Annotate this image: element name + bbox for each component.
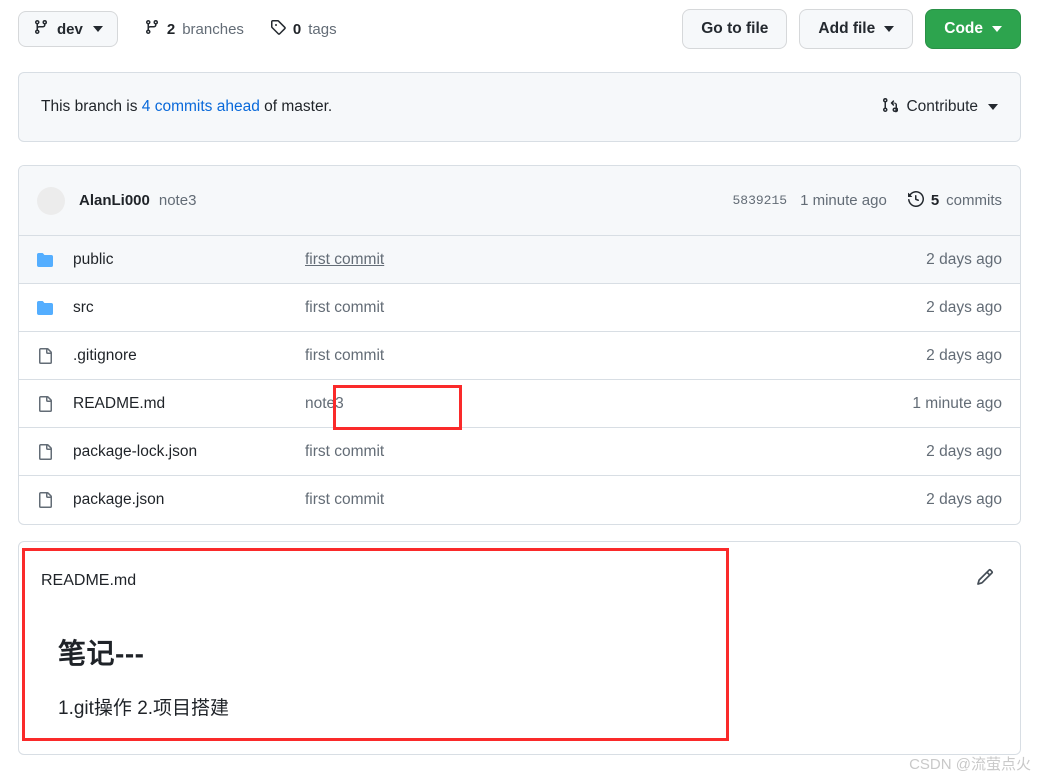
latest-commit-header: AlanLi000 note3 5839215 1 minute ago 5 c… xyxy=(19,166,1020,236)
avatar xyxy=(37,186,65,215)
branches-label: branches xyxy=(182,20,244,38)
git-branch-icon-small xyxy=(144,19,160,39)
commits-label: commits xyxy=(946,192,1002,209)
tags-count: 0 xyxy=(292,20,302,38)
table-row[interactable]: .gitignore first commit 2 days ago xyxy=(19,332,1020,380)
file-commit-date: 2 days ago xyxy=(926,442,1002,460)
repository-page: dev 2 branches 0 tags Go to file Add fil… xyxy=(0,0,1039,780)
chevron-down-icon xyxy=(988,104,998,110)
add-file-label: Add file xyxy=(818,20,876,37)
file-commit-message-link[interactable]: note3 xyxy=(305,395,912,413)
file-rows-container: public first commit 2 days ago src first com… xyxy=(19,236,1020,524)
branch-name-label: dev xyxy=(57,20,83,38)
file-name-link[interactable]: package.json xyxy=(73,491,305,509)
watermark: CSDN @流萤点火 xyxy=(909,756,1031,773)
file-commit-message-link[interactable]: first commit xyxy=(305,491,926,509)
git-branch-icon xyxy=(33,19,49,39)
readme-body-text: 1.git操作 2.项目搭建 xyxy=(58,698,230,719)
file-commit-message-link[interactable]: first commit xyxy=(305,251,926,269)
branches-count: 2 xyxy=(166,20,176,38)
commit-timestamp: 1 minute ago xyxy=(800,192,887,209)
contribute-button[interactable]: Contribute xyxy=(882,97,998,118)
readme-preview-card: README.md xyxy=(18,541,1021,755)
file-name-link[interactable]: package-lock.json xyxy=(73,443,305,461)
tag-icon xyxy=(270,19,286,39)
file-listing-card: AlanLi000 note3 5839215 1 minute ago 5 c… xyxy=(18,165,1021,525)
file-commit-message-link[interactable]: first commit xyxy=(305,347,926,365)
file-icon xyxy=(37,492,57,508)
file-commit-date: 2 days ago xyxy=(926,491,1002,508)
commit-message[interactable]: note3 xyxy=(159,192,197,209)
folder-icon xyxy=(37,252,57,268)
file-name-link[interactable]: public xyxy=(73,251,305,269)
commits-ahead-link[interactable]: 4 commits ahead xyxy=(142,98,260,116)
banner-prefix-text: This branch is xyxy=(41,98,138,115)
commit-sha[interactable]: 5839215 xyxy=(732,193,787,208)
file-name-link[interactable]: src xyxy=(73,299,305,317)
readme-heading: 笔记--- xyxy=(58,638,145,669)
file-commit-date: 2 days ago xyxy=(926,298,1002,316)
file-commit-date: 1 minute ago xyxy=(912,394,1002,412)
tags-stat[interactable]: 0 tags xyxy=(270,19,337,39)
file-commit-date: 2 days ago xyxy=(926,346,1002,364)
branches-stat[interactable]: 2 branches xyxy=(144,19,244,39)
table-row[interactable]: src first commit 2 days ago xyxy=(19,284,1020,332)
commits-count-link[interactable]: 5 commits xyxy=(907,190,1002,211)
table-row[interactable]: package.json first commit 2 days ago xyxy=(19,476,1020,524)
code-button[interactable]: Code xyxy=(925,9,1021,49)
table-row[interactable]: README.md note3 1 minute ago xyxy=(19,380,1020,428)
file-name-link[interactable]: README.md xyxy=(73,395,305,413)
file-name-link[interactable]: .gitignore xyxy=(73,347,305,365)
chevron-down-icon xyxy=(92,26,103,32)
file-commit-message-link[interactable]: first commit xyxy=(305,443,926,461)
repo-toolbar: dev 2 branches 0 tags Go to file Add fil… xyxy=(0,0,1039,58)
file-commit-date: 2 days ago xyxy=(926,250,1002,268)
branch-selector-button[interactable]: dev xyxy=(18,11,118,47)
tags-label: tags xyxy=(308,20,337,38)
add-file-button[interactable]: Add file xyxy=(799,9,914,49)
readme-title: README.md xyxy=(41,572,137,589)
git-pull-request-icon xyxy=(882,97,899,118)
file-icon xyxy=(37,347,57,364)
contribute-label: Contribute xyxy=(906,98,978,115)
chevron-down-icon xyxy=(992,26,1002,32)
file-icon xyxy=(37,395,57,412)
history-clock-icon xyxy=(907,190,924,211)
file-commit-message-link[interactable]: first commit xyxy=(305,299,926,317)
folder-icon xyxy=(37,300,57,316)
banner-suffix-text: of master. xyxy=(264,98,333,115)
commit-author[interactable]: AlanLi000 xyxy=(79,192,150,209)
chevron-down-icon xyxy=(884,26,895,32)
go-to-file-button[interactable]: Go to file xyxy=(682,9,788,49)
branch-status-banner: This branch is 4 commits ahead of master… xyxy=(18,72,1021,142)
commit-meta: 5839215 1 minute ago 5 commits xyxy=(732,190,1002,211)
table-row[interactable]: public first commit 2 days ago xyxy=(19,236,1020,284)
file-icon xyxy=(37,443,57,460)
commits-number: 5 xyxy=(930,192,940,209)
go-to-file-label: Go to file xyxy=(701,20,769,37)
table-row[interactable]: package-lock.json first commit 2 days ago xyxy=(19,428,1020,476)
code-label: Code xyxy=(944,20,983,37)
pencil-icon[interactable] xyxy=(976,568,994,591)
